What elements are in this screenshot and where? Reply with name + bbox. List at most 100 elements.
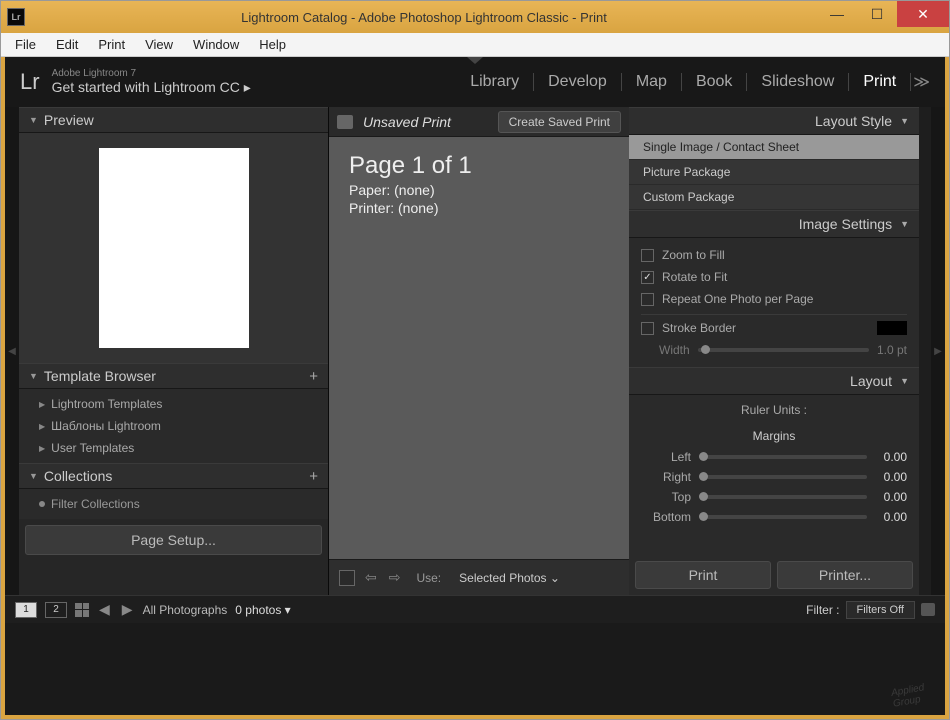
module-book[interactable]: Book [682,73,747,91]
chevron-right-icon: ▶ [39,422,45,431]
printer-icon [337,115,353,129]
style-single-image[interactable]: Single Image / Contact Sheet [629,135,919,160]
left-panel: ▼ Preview ▼ Template Browser + ▶Lightroo… [19,107,329,595]
layout-header[interactable]: Layout ▼ [629,367,919,395]
source-label[interactable]: All Photographs [143,603,228,617]
collections-title: Collections [44,468,112,484]
filmstrip[interactable]: AppliedGroup [5,623,945,715]
margin-top-slider[interactable] [699,495,867,499]
rotate-to-fit-row[interactable]: ✓Rotate to Fit [641,266,907,288]
stroke-border-row[interactable]: Stroke Border [641,314,907,339]
add-collection-button[interactable]: + [309,468,318,485]
grid-view-icon[interactable] [75,603,89,617]
filter-placeholder: Filter Collections [51,497,140,511]
module-slideshow[interactable]: Slideshow [747,73,849,91]
spillover-arrow-icon[interactable]: ≫ [913,72,930,92]
chevron-down-icon: ▼ [900,376,909,386]
use-label: Use: [416,571,441,585]
margin-left-slider[interactable] [699,455,867,459]
template-folder[interactable]: ▶Lightroom Templates [19,393,328,415]
module-library[interactable]: Library [456,73,534,91]
zoom-to-fill-checkbox[interactable] [641,249,654,262]
create-saved-print-button[interactable]: Create Saved Print [498,111,621,133]
close-button[interactable]: ✕ [897,1,949,27]
module-print[interactable]: Print [849,73,911,91]
select-all-checkbox[interactable] [339,570,355,586]
primary-display-button[interactable]: 1 [15,602,37,618]
margin-bottom-row: Bottom0.00 [629,507,919,527]
chevron-down-icon: ▼ [29,115,38,125]
tagline-small: Adobe Lightroom 7 [52,68,251,79]
module-develop[interactable]: Develop [534,73,622,91]
repeat-photo-checkbox[interactable] [641,293,654,306]
menu-print[interactable]: Print [88,34,135,55]
zoom-to-fill-row[interactable]: Zoom to Fill [641,244,907,266]
minimize-button[interactable]: — [817,1,857,27]
prev-page-button[interactable]: ⇦ [363,569,379,586]
stroke-width-slider[interactable] [698,348,869,352]
rotate-to-fit-checkbox[interactable]: ✓ [641,271,654,284]
print-button[interactable]: Print [635,561,771,589]
margin-left-row: Left0.00 [629,447,919,467]
layout-style-header[interactable]: Layout Style ▼ [629,107,919,135]
menu-help[interactable]: Help [249,34,296,55]
chevron-down-icon: ▼ [29,471,38,481]
menu-file[interactable]: File [5,34,46,55]
secondary-display-button[interactable]: 2 [45,602,67,618]
stroke-color-swatch[interactable] [877,321,907,335]
printer-button[interactable]: Printer... [777,561,913,589]
margin-right-slider[interactable] [699,475,867,479]
page-setup-button[interactable]: Page Setup... [25,525,322,555]
add-template-button[interactable]: + [309,368,318,385]
stroke-border-checkbox[interactable] [641,322,654,335]
chevron-right-icon: ▶ [39,444,45,453]
photo-count[interactable]: 0 photos ▾ [235,603,290,617]
paper-preview[interactable] [99,148,249,348]
use-dropdown[interactable]: Selected Photos ⌄ [449,568,570,588]
nav-forward-button[interactable]: ▶ [120,601,135,618]
filter-lock-icon[interactable] [921,603,935,616]
left-panel-toggle[interactable]: ◀ [5,107,19,595]
image-settings-body: Zoom to Fill ✓Rotate to Fit Repeat One P… [629,238,919,367]
page-indicator: Page 1 of 1 [349,152,609,180]
menu-edit[interactable]: Edit [46,34,88,55]
right-scrollbar[interactable] [919,107,931,595]
print-canvas[interactable]: Page 1 of 1 Paper: (none) Printer: (none… [329,137,629,559]
template-browser-title: Template Browser [44,368,156,384]
right-panel: Layout Style ▼ Single Image / Contact Sh… [629,107,919,595]
style-custom-package[interactable]: Custom Package [629,185,919,210]
titlebar[interactable]: Lr Lightroom Catalog - Adobe Photoshop L… [1,1,949,33]
preview-panel-header[interactable]: ▼ Preview [19,107,328,133]
filter-dropdown[interactable]: Filters Off [846,601,915,619]
print-buttons: Print Printer... [629,555,919,595]
image-settings-header[interactable]: Image Settings ▼ [629,210,919,238]
collections-header[interactable]: ▼ Collections + [19,463,328,489]
center-toolbar: ⇦ ⇨ Use: Selected Photos ⌄ [329,559,629,595]
maximize-button[interactable]: ☐ [857,1,897,27]
layout-style-title: Layout Style [815,113,892,129]
menu-window[interactable]: Window [183,34,249,55]
template-browser-header[interactable]: ▼ Template Browser + [19,363,328,389]
ruler-units-dropdown[interactable]: Ruler Units : [629,395,919,425]
template-folder[interactable]: ▶User Templates [19,437,328,459]
template-folder[interactable]: ▶Шаблоны Lightroom [19,415,328,437]
window-title: Lightroom Catalog - Adobe Photoshop Ligh… [31,10,817,25]
next-page-button[interactable]: ⇨ [387,569,403,586]
right-panel-toggle[interactable]: ▶ [931,107,945,595]
repeat-photo-row[interactable]: Repeat One Photo per Page [641,288,907,310]
printer-label: Printer: (none) [349,200,609,216]
filmstrip-toolbar: 1 2 ◀ ▶ All Photographs 0 photos ▾ Filte… [5,595,945,623]
tagline-main: Get started with Lightroom CC ▸ [52,79,251,96]
menu-view[interactable]: View [135,34,183,55]
tagline[interactable]: Adobe Lightroom 7 Get started with Light… [52,68,251,96]
module-map[interactable]: Map [622,73,682,91]
margin-bottom-slider[interactable] [699,515,867,519]
menubar: File Edit Print View Window Help [1,33,949,57]
filter-collections-input[interactable]: Filter Collections [19,493,328,515]
width-label: Width [659,343,690,357]
stroke-width-row: Width 1.0 pt [641,339,907,361]
nav-back-button[interactable]: ◀ [97,601,112,618]
filter-label: Filter : [806,603,839,617]
style-picture-package[interactable]: Picture Package [629,160,919,185]
module-picker: Library Develop Map Book Slideshow Print… [456,72,930,92]
